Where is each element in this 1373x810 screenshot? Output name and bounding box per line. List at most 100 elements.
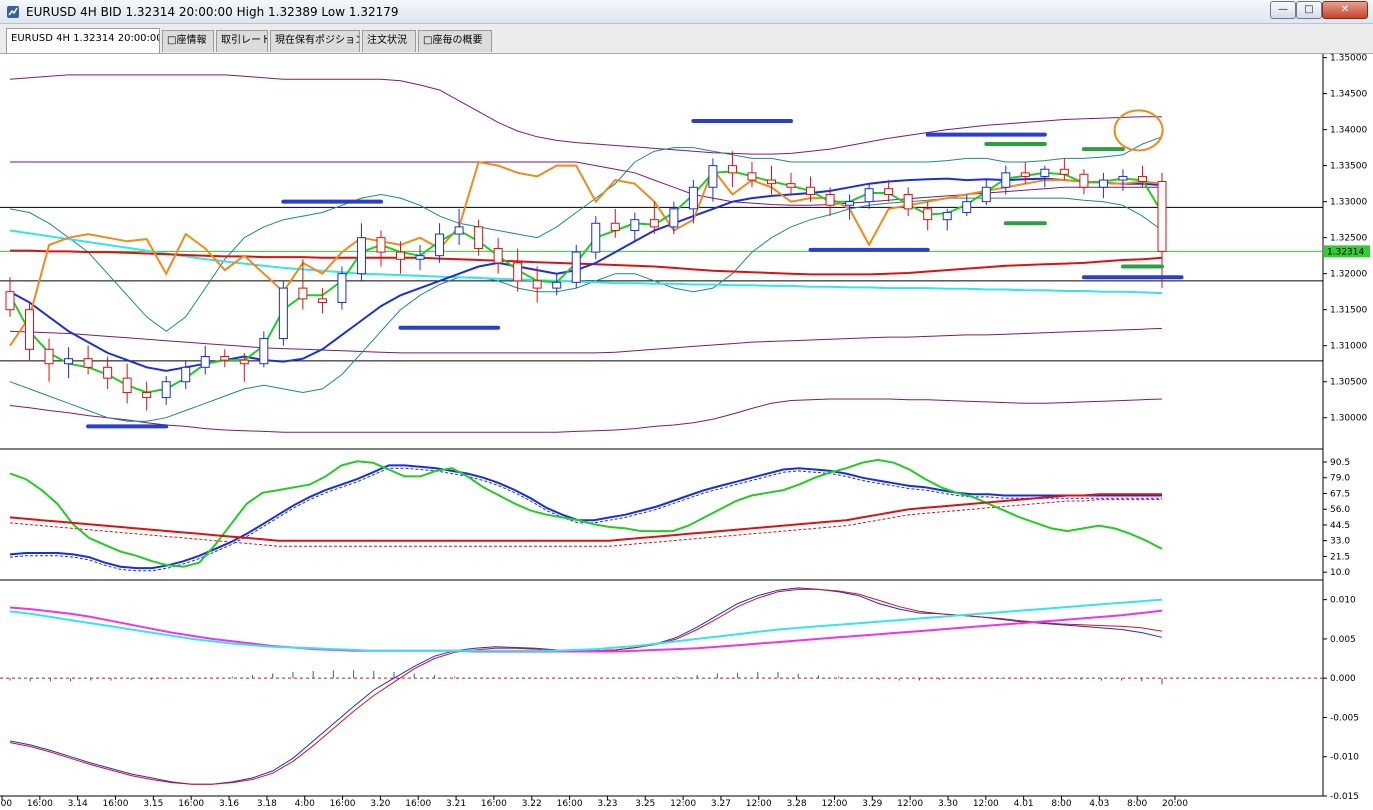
price-axis-label: 1.30500 <box>1330 378 1367 388</box>
time-axis-label: 3.23 <box>597 799 617 809</box>
time-axis-label: 3.28 <box>787 799 807 809</box>
time-axis-label: 12:00 <box>897 799 923 809</box>
macd-axis-label: -0.005 <box>1330 713 1359 723</box>
stoch-axis-label: 10.0 <box>1330 568 1350 578</box>
macd-axis-label: 0.000 <box>1330 674 1356 684</box>
app-icon <box>7 6 19 18</box>
candle-body <box>727 165 737 174</box>
tab-trade-rates[interactable]: 取引レート <box>216 30 268 52</box>
price-axis-label: 1.31500 <box>1330 306 1367 316</box>
candle-body <box>708 165 718 188</box>
tab-account-info[interactable]: □座情報 <box>162 30 214 52</box>
candle-body <box>239 359 249 365</box>
price-axis-label: 1.32000 <box>1330 270 1367 280</box>
candle-body <box>669 208 679 228</box>
candle-body <box>5 291 15 311</box>
minimize-button[interactable]: — <box>1270 1 1296 19</box>
stoch-axis-label: 21.5 <box>1330 552 1350 562</box>
candle-body <box>415 255 425 260</box>
candle-body <box>981 186 991 203</box>
time-axis-label: 12:00 <box>821 799 847 809</box>
candle-body <box>1098 179 1108 188</box>
price-axis-label: 1.31000 <box>1330 342 1367 352</box>
macd-axis-label: 0.005 <box>1330 635 1356 645</box>
time-axis-label: 3.16 <box>219 799 239 809</box>
close-button[interactable]: ✕ <box>1322 1 1368 19</box>
candle-body <box>25 309 35 350</box>
candle-body <box>493 247 503 264</box>
candle-body <box>610 222 620 231</box>
tab-order-status[interactable]: 注文状況 <box>362 30 416 52</box>
candle-body <box>181 366 191 383</box>
candle-body <box>1001 172 1011 188</box>
candle-body <box>317 298 327 304</box>
time-axis-label: 3.29 <box>862 799 882 809</box>
chart-canvas[interactable]: 1.35000 1.34500 1.34000 1.33500 1.33000 1.325… <box>0 54 1373 810</box>
candle-body <box>376 237 386 253</box>
candle-body <box>1079 173 1089 188</box>
candle-body <box>688 186 698 210</box>
tab-open-positions[interactable]: 現在保有ポジション <box>270 30 360 52</box>
stoch-axis-label: 90.5 <box>1330 458 1350 468</box>
stoch-axis-label: 79.0 <box>1330 474 1350 484</box>
candle-body <box>1040 168 1050 177</box>
candle-body <box>766 179 776 185</box>
price-axis-label: 1.33500 <box>1330 162 1367 172</box>
time-axis-label: 4:00 <box>0 799 12 809</box>
macd-axis-label: -0.015 <box>1330 792 1359 802</box>
stoch-axis-label: 44.5 <box>1330 521 1350 531</box>
candle-body <box>474 226 484 249</box>
price-axis-label: 1.30000 <box>1330 414 1367 424</box>
time-axis-label: 12:00 <box>973 799 999 809</box>
candle-body <box>884 188 894 195</box>
price-axis-label: 1.32500 <box>1330 234 1367 244</box>
window-titlebar: EURUSD 4H BID 1.32314 20:00:00 High 1.32… <box>0 0 1373 24</box>
candle-body <box>845 201 855 206</box>
time-axis-label: 3.14 <box>68 799 88 809</box>
candle-body <box>747 172 757 181</box>
candle-body <box>649 219 659 228</box>
time-axis-label: 8:00 <box>1051 799 1071 809</box>
candle-body <box>435 233 445 257</box>
candle-body <box>83 358 93 368</box>
candle-body <box>1020 172 1030 177</box>
candle-body <box>220 356 230 361</box>
macd-axis-label: -0.010 <box>1330 753 1359 763</box>
time-axis-label: 12:00 <box>670 799 696 809</box>
candle-body <box>1059 168 1069 175</box>
candle-body <box>142 392 152 399</box>
candle-body <box>200 356 210 368</box>
macd-axis-label: 0.010 <box>1330 596 1356 606</box>
stoch-axis-label: 56.0 <box>1330 505 1350 515</box>
price-axis-label: 1.33000 <box>1330 198 1367 208</box>
candle-body <box>1157 180 1167 252</box>
candle-body <box>259 338 269 365</box>
candle-body <box>122 377 132 394</box>
candle-body <box>1137 175 1147 182</box>
time-axis-label: 16:00 <box>405 799 431 809</box>
time-axis-label: 16:00 <box>178 799 204 809</box>
time-axis-label: 3.25 <box>635 799 655 809</box>
tab-bar: EURUSD 4H 1.32314 20:00:00 □座情報 取引レート 現在… <box>0 24 1373 54</box>
candle-body <box>454 226 464 235</box>
candle-body <box>903 193 913 210</box>
candle-body <box>552 281 562 289</box>
tab-account-summary[interactable]: □座毎の概要 <box>418 30 492 52</box>
tab-chart-eurusd[interactable]: EURUSD 4H 1.32314 20:00:00 <box>6 28 160 53</box>
time-axis-label: 12:00 <box>746 799 772 809</box>
candle-body <box>44 348 54 365</box>
candle-body <box>298 287 308 300</box>
price-axis-label: 1.35000 <box>1330 54 1367 64</box>
time-axis-label: 4:00 <box>295 799 315 809</box>
candle-body <box>161 381 171 399</box>
chart-background <box>0 54 1373 810</box>
time-axis-label: 3.27 <box>711 799 731 809</box>
chart-area[interactable]: 1.35000 1.34500 1.34000 1.33500 1.33000 1.325… <box>0 54 1373 810</box>
candle-body <box>64 358 74 365</box>
candle-body <box>103 366 113 379</box>
time-axis-label: 3.15 <box>143 799 163 809</box>
maximize-button[interactable]: □ <box>1296 1 1322 19</box>
window-title: EURUSD 4H BID 1.32314 20:00:00 High 1.32… <box>26 5 399 19</box>
stoch-axis-label: 33.0 <box>1330 537 1350 547</box>
candle-body <box>825 193 835 206</box>
